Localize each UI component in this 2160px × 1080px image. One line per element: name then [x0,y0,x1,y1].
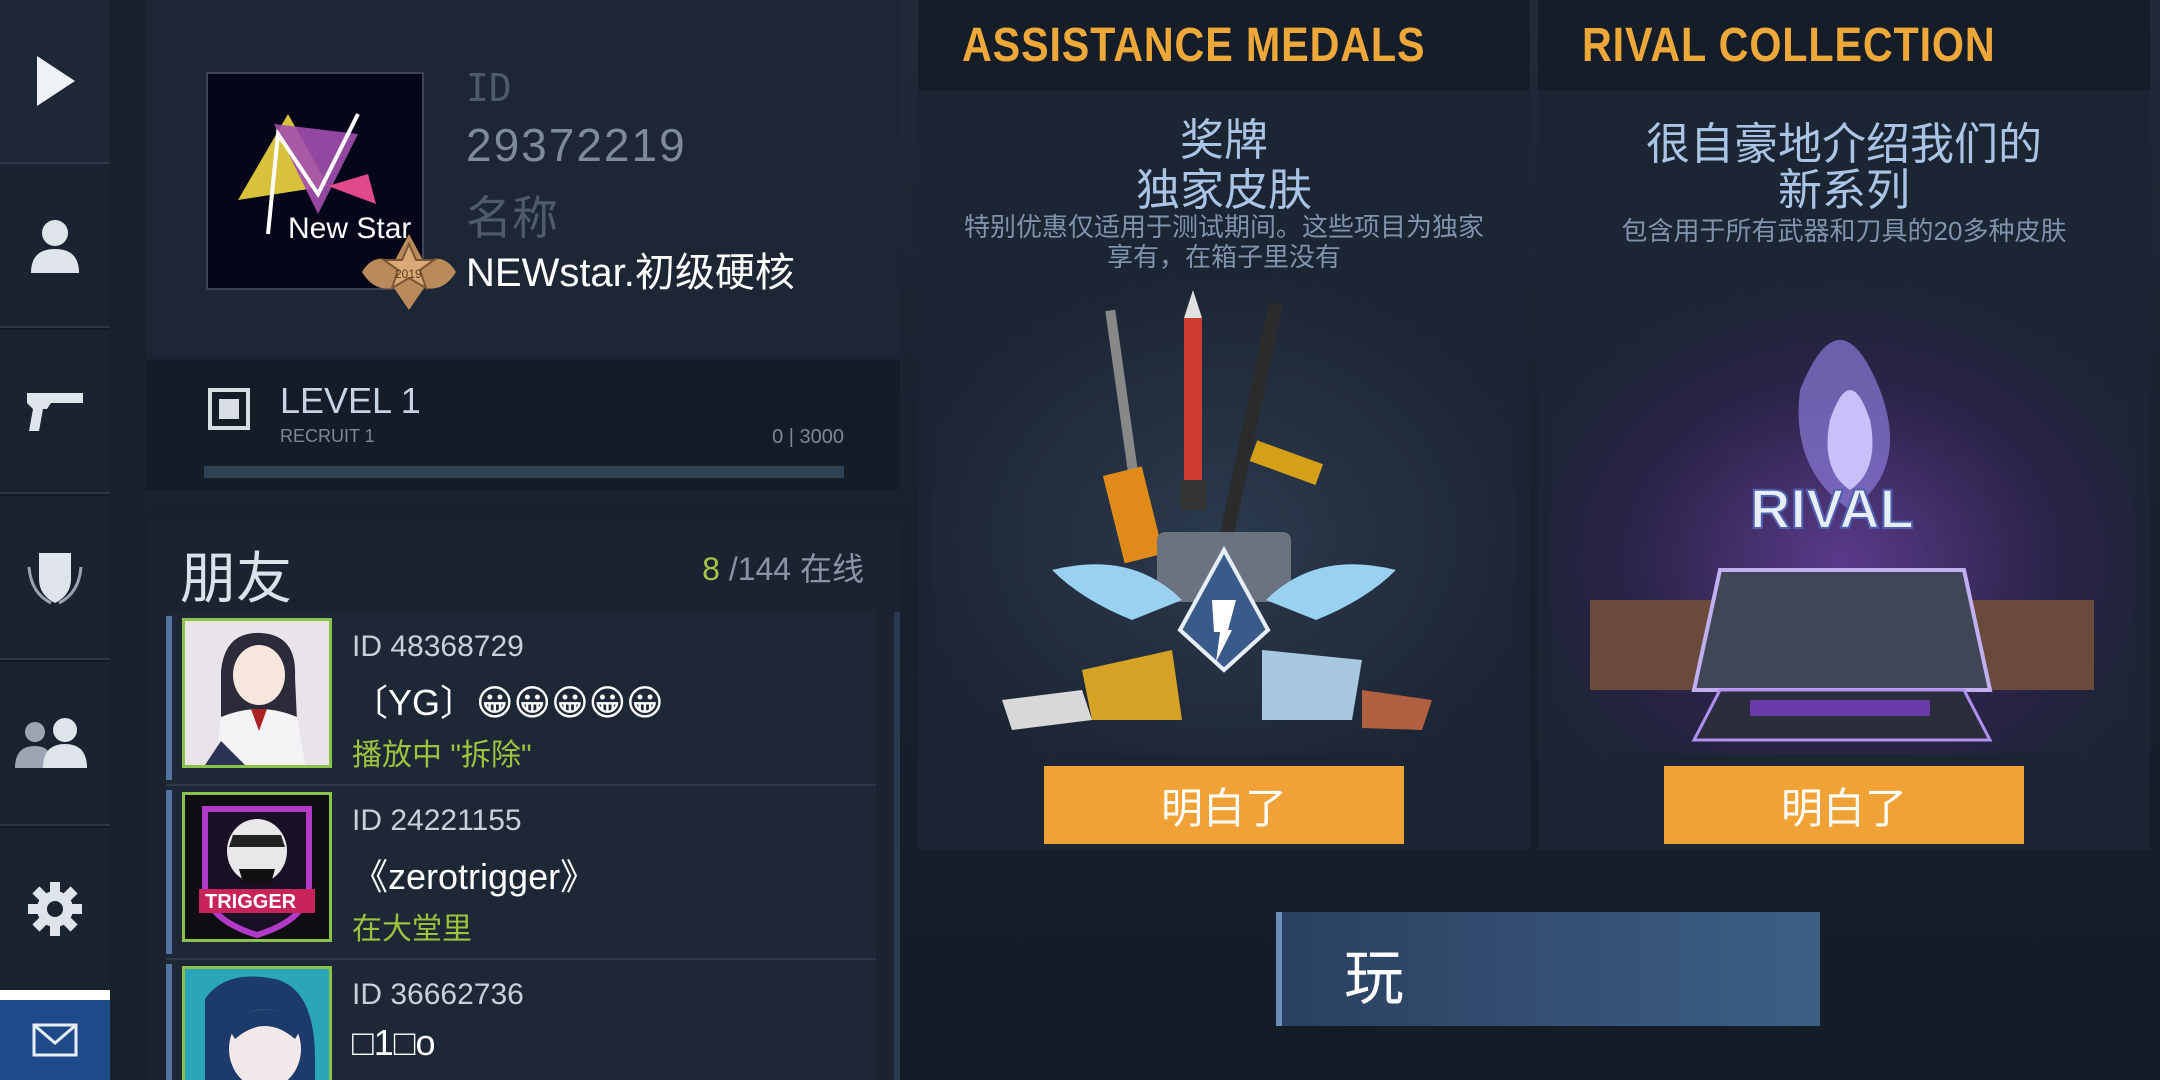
assistance-medals-panel: ASSISTANCE MEDALS 奖牌 独家皮肤 特别优惠仅适用于测试期间。这… [918,0,1530,850]
medals-artwork [932,270,1516,754]
mail-button[interactable] [0,990,110,1080]
panel-header: RIVAL COLLECTION [1538,0,2150,90]
shield-icon [27,553,83,605]
friend-row[interactable]: TRIGGER ID 24221155 《zerotrigger》 在大堂里 [166,786,876,960]
rival-collection-panel: RIVAL COLLECTION 很自豪地介绍我们的 新系列 包含用于所有武器和… [1538,0,2150,850]
friends-nav-button[interactable] [0,662,110,826]
level-title: LEVEL 1 [280,380,421,421]
side-nav [0,0,110,1080]
play-icon [37,56,75,106]
friend-name: 〔YG〕😀😀😀😀😀 [352,682,664,723]
avatar-text: TRIGGER [205,891,297,913]
friends-panel: 朋友 8 /144 在线 ID 48368729 〔YG〕😀😀😀😀😀 播放中 "… [146,522,900,1080]
friend-status: 播放中 "拆除" [352,739,532,772]
friend-row[interactable]: ID 48368729 〔YG〕😀😀😀😀😀 播放中 "拆除" [166,612,876,786]
friends-list[interactable]: ID 48368729 〔YG〕😀😀😀😀😀 播放中 "拆除" TRIGGER I… [166,612,900,1080]
gear-icon [28,882,82,936]
rank-badge-icon: 2019 [354,232,456,312]
rival-got-it-button[interactable]: 明白了 [1664,766,2024,844]
total-count: /144 在线 [728,551,864,587]
id-label: ID [466,66,512,110]
panel-description: 特别优惠仅适用于测试期间。这些项目为独家享有，在箱子里没有 [963,212,1484,272]
mail-icon [32,1023,78,1057]
play-button[interactable]: 玩 [1276,912,1820,1026]
friend-status: 在大堂里 [352,913,472,946]
panel-description: 包含用于所有武器和刀具的20多种皮肤 [1621,216,2067,246]
friend-name: 《zerotrigger》 [352,856,597,897]
panel-title: RIVAL COLLECTION [1582,19,1996,72]
profile-card[interactable]: New Star 2019 ID 29372219 名称 NEWstar.初级硬… [146,0,900,356]
group-icon [15,718,87,768]
friend-id: ID 24221155 [352,804,522,837]
friends-scrollbar[interactable] [894,612,900,1080]
xp-progress-bar [204,466,844,478]
rank-square-icon [208,388,250,430]
id-value: 29372219 [466,119,687,171]
friends-online-count: 8 /144 在线 [702,544,864,590]
level-rank: RECRUIT 1 [280,426,375,446]
panel-title: ASSISTANCE MEDALS [962,19,1426,72]
level-panel: LEVEL 1 RECRUIT 1 0 | 3000 [146,360,900,490]
friend-id: ID 36662736 [352,978,524,1011]
settings-nav-button[interactable] [0,828,110,992]
level-xp: 0 | 3000 [772,426,844,448]
friend-avatar: TRIGGER [182,792,332,942]
friend-name: □1□o [352,1022,436,1063]
panel-subtitle-2: 新系列 [1778,166,1910,215]
player-name: NEWstar.初级硬核 [466,251,795,295]
friend-row[interactable]: ID 36662736 □1□o [166,960,876,1080]
friend-avatar [182,618,332,768]
nav-divider [110,0,146,1080]
weapons-nav-button[interactable] [0,330,110,494]
play-nav-button[interactable] [0,0,110,164]
panel-subtitle-2: 独家皮肤 [1136,166,1312,215]
panel-header: ASSISTANCE MEDALS [918,0,1530,90]
online-count: 8 [702,551,720,587]
rival-art-text: RIVAL [1750,477,1914,540]
friend-avatar [182,966,332,1080]
user-icon [31,220,79,273]
pistol-icon [27,393,83,431]
badge-year: 2019 [395,267,422,281]
friend-id: ID 48368729 [352,630,524,663]
friends-title: 朋友 [180,547,292,610]
medals-got-it-button[interactable]: 明白了 [1044,766,1404,844]
profile-nav-button[interactable] [0,164,110,328]
name-label: 名称 [466,192,558,244]
play-label: 玩 [1344,945,1404,1012]
clan-nav-button[interactable] [0,496,110,660]
rival-case-artwork: RIVAL [1550,270,2134,754]
